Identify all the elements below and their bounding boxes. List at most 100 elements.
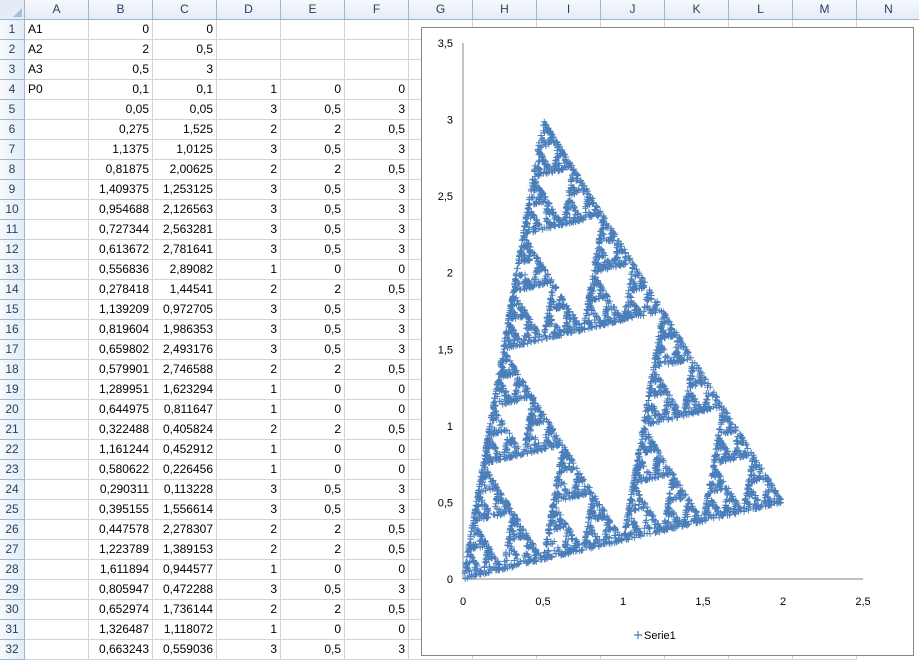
cell-c27[interactable]: 1,389153 [153,540,217,560]
cell-f14[interactable]: 0,5 [345,280,409,300]
cell-e21[interactable]: 2 [281,420,345,440]
row-header-2[interactable]: 2 [0,40,25,60]
cell-d30[interactable]: 2 [217,600,281,620]
cell-a12[interactable] [25,240,89,260]
cell-c3[interactable]: 3 [153,60,217,80]
cell-b11[interactable]: 0,727344 [89,220,153,240]
cell-a24[interactable] [25,480,89,500]
cell-c23[interactable]: 0,226456 [153,460,217,480]
cell-c15[interactable]: 0,972705 [153,300,217,320]
column-header-m[interactable]: M [793,0,857,20]
column-header-c[interactable]: C [153,0,217,20]
column-header-f[interactable]: F [345,0,409,20]
cell-b30[interactable]: 0,652974 [89,600,153,620]
row-header-6[interactable]: 6 [0,120,25,140]
cell-c2[interactable]: 0,5 [153,40,217,60]
cell-a23[interactable] [25,460,89,480]
cell-b3[interactable]: 0,5 [89,60,153,80]
cell-c24[interactable]: 0,113228 [153,480,217,500]
cell-d13[interactable]: 1 [217,260,281,280]
cell-b7[interactable]: 1,1375 [89,140,153,160]
cell-f11[interactable]: 3 [345,220,409,240]
cell-d31[interactable]: 1 [217,620,281,640]
cell-d1[interactable] [217,20,281,40]
cell-a7[interactable] [25,140,89,160]
cell-b29[interactable]: 0,805947 [89,580,153,600]
cell-c13[interactable]: 2,89082 [153,260,217,280]
cell-f12[interactable]: 3 [345,240,409,260]
cell-d9[interactable]: 3 [217,180,281,200]
row-header-31[interactable]: 31 [0,620,25,640]
cell-b32[interactable]: 0,663243 [89,640,153,660]
cell-f7[interactable]: 3 [345,140,409,160]
cell-c5[interactable]: 0,05 [153,100,217,120]
cell-b24[interactable]: 0,290311 [89,480,153,500]
cell-f8[interactable]: 0,5 [345,160,409,180]
cell-c31[interactable]: 1,118072 [153,620,217,640]
cell-d5[interactable]: 3 [217,100,281,120]
row-header-30[interactable]: 30 [0,600,25,620]
cell-f10[interactable]: 3 [345,200,409,220]
cell-d11[interactable]: 3 [217,220,281,240]
row-header-10[interactable]: 10 [0,200,25,220]
cell-e1[interactable] [281,20,345,40]
row-header-4[interactable]: 4 [0,80,25,100]
cell-e28[interactable]: 0 [281,560,345,580]
cell-f13[interactable]: 0 [345,260,409,280]
cell-b17[interactable]: 0,659802 [89,340,153,360]
cell-c30[interactable]: 1,736144 [153,600,217,620]
cell-e25[interactable]: 0,5 [281,500,345,520]
cell-a11[interactable] [25,220,89,240]
cell-b12[interactable]: 0,613672 [89,240,153,260]
cell-a25[interactable] [25,500,89,520]
cell-c8[interactable]: 2,00625 [153,160,217,180]
cell-a22[interactable] [25,440,89,460]
cell-e5[interactable]: 0,5 [281,100,345,120]
cell-f4[interactable]: 0 [345,80,409,100]
cell-a2[interactable]: A2 [25,40,89,60]
row-header-14[interactable]: 14 [0,280,25,300]
row-header-3[interactable]: 3 [0,60,25,80]
cell-e19[interactable]: 0 [281,380,345,400]
cell-b31[interactable]: 1,326487 [89,620,153,640]
cell-c6[interactable]: 1,525 [153,120,217,140]
column-header-b[interactable]: B [89,0,153,20]
cell-e32[interactable]: 0,5 [281,640,345,660]
cell-d6[interactable]: 2 [217,120,281,140]
cell-b22[interactable]: 1,161244 [89,440,153,460]
cell-b13[interactable]: 0,556836 [89,260,153,280]
cell-b14[interactable]: 0,278418 [89,280,153,300]
row-header-1[interactable]: 1 [0,20,25,40]
select-all-corner[interactable] [0,0,25,20]
cell-f15[interactable]: 3 [345,300,409,320]
row-header-21[interactable]: 21 [0,420,25,440]
cell-b9[interactable]: 1,409375 [89,180,153,200]
cell-a20[interactable] [25,400,89,420]
column-header-n[interactable]: N [857,0,919,20]
cell-d23[interactable]: 1 [217,460,281,480]
row-header-28[interactable]: 28 [0,560,25,580]
cell-a15[interactable] [25,300,89,320]
cell-f29[interactable]: 3 [345,580,409,600]
column-header-i[interactable]: I [537,0,601,20]
cell-a31[interactable] [25,620,89,640]
cell-f23[interactable]: 0 [345,460,409,480]
row-header-5[interactable]: 5 [0,100,25,120]
cell-c29[interactable]: 0,472288 [153,580,217,600]
cell-c21[interactable]: 0,405824 [153,420,217,440]
cell-d20[interactable]: 1 [217,400,281,420]
cell-d7[interactable]: 3 [217,140,281,160]
cell-c4[interactable]: 0,1 [153,80,217,100]
cell-d27[interactable]: 2 [217,540,281,560]
cell-f5[interactable]: 3 [345,100,409,120]
row-header-8[interactable]: 8 [0,160,25,180]
cell-a3[interactable]: A3 [25,60,89,80]
row-header-7[interactable]: 7 [0,140,25,160]
cell-e3[interactable] [281,60,345,80]
cell-d4[interactable]: 1 [217,80,281,100]
scatter-chart[interactable]: 0 0,5 1 1,5 2 2,5 3 3,5 0 0,5 1 1,5 2 2,5 Serie1 [421,27,914,656]
cell-e6[interactable]: 2 [281,120,345,140]
cell-d24[interactable]: 3 [217,480,281,500]
cell-f16[interactable]: 3 [345,320,409,340]
cell-b1[interactable]: 0 [89,20,153,40]
